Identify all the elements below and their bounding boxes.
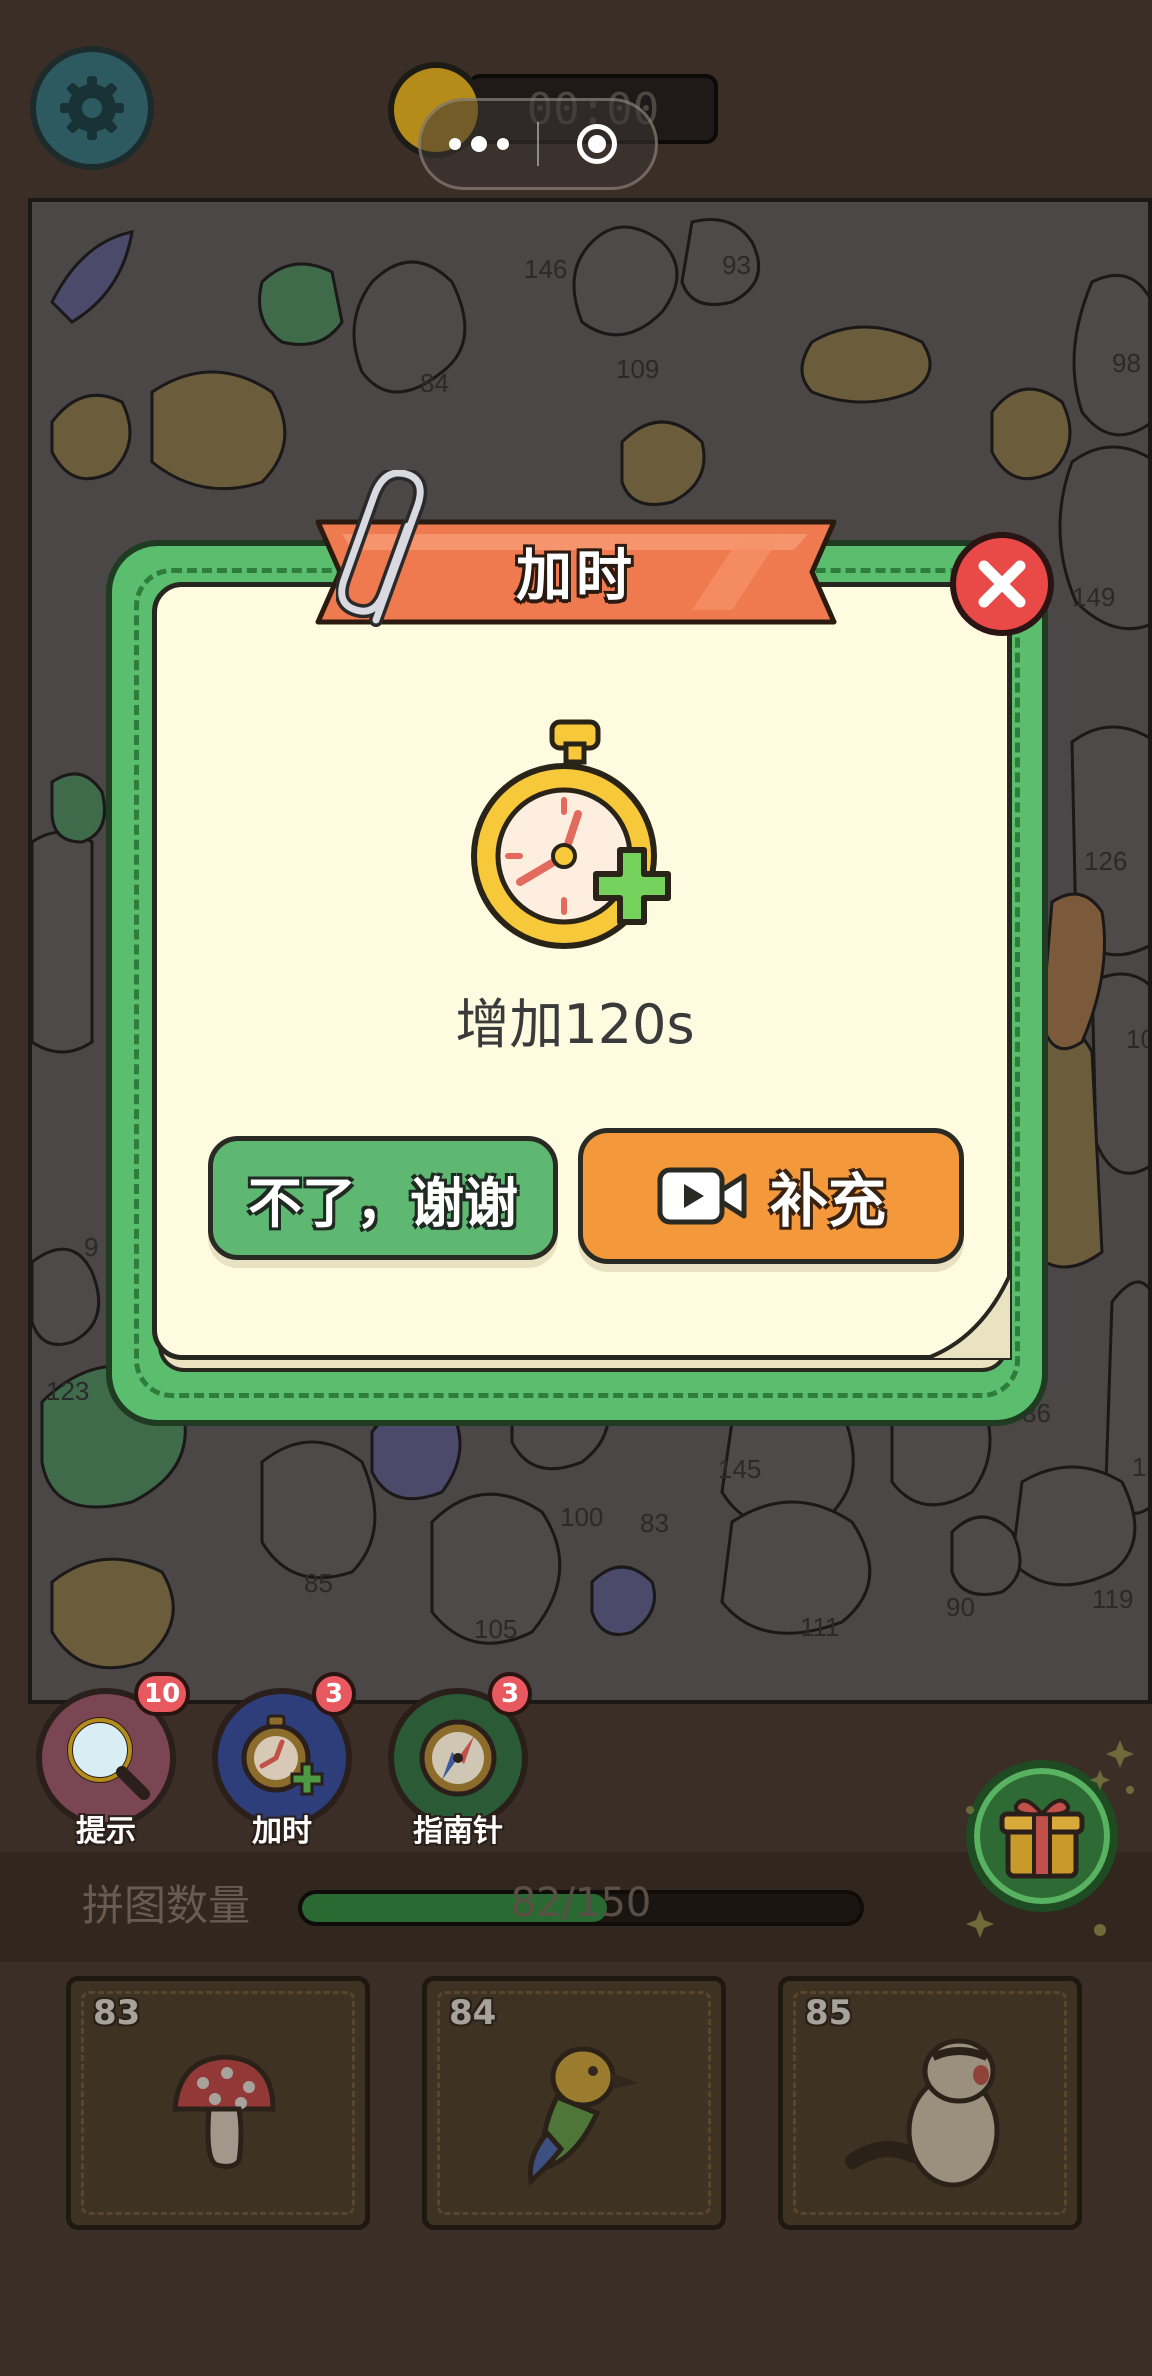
piece-number: 83 xyxy=(93,1993,141,2033)
parrot-icon xyxy=(527,2046,639,2186)
decline-button[interactable]: 不了，谢谢 xyxy=(208,1136,558,1260)
board-number: 10 xyxy=(1126,1024,1148,1054)
puzzle-piece-slot[interactable]: 84 xyxy=(422,1976,726,2230)
piece-number: 85 xyxy=(805,1993,853,2033)
board-number: 84 xyxy=(420,368,449,398)
board-number: 123 xyxy=(46,1376,90,1406)
refill-button[interactable]: 补充 xyxy=(578,1128,964,1264)
record-icon xyxy=(576,124,617,164)
sparkle-decoration xyxy=(966,1740,1134,1938)
board-number: 111 xyxy=(800,1612,840,1642)
board-number: 100 xyxy=(560,1502,604,1532)
board-number: 109 xyxy=(616,354,660,384)
hint-label: 提示 xyxy=(76,1814,136,1849)
board-number: 83 xyxy=(640,1508,669,1538)
mushroom-icon xyxy=(172,2054,276,2169)
board-number: 126 xyxy=(1084,846,1128,876)
dialog-title: 加时 xyxy=(516,543,636,609)
settings-button[interactable] xyxy=(30,46,154,170)
add-time-message: 增加120s xyxy=(455,992,695,1056)
compass-label: 指南针 xyxy=(413,1814,503,1849)
progress-count: 82/150 xyxy=(510,1880,652,1926)
board-number: 149 xyxy=(1072,582,1116,612)
board-number: 105 xyxy=(474,1614,518,1644)
hint-count-badge: 10 xyxy=(134,1672,191,1716)
board-number: 9 xyxy=(84,1232,99,1262)
board-number: 13 xyxy=(1132,1452,1148,1482)
more-dots-icon[interactable] xyxy=(421,136,537,152)
stopwatch-plus-icon xyxy=(471,719,671,949)
board-number: 93 xyxy=(722,250,751,280)
board-number: 90 xyxy=(946,1592,975,1622)
board-number: 119 xyxy=(1092,1584,1134,1614)
record-button[interactable] xyxy=(539,124,655,164)
progress-label: 拼图数量 xyxy=(82,1881,251,1930)
close-button[interactable] xyxy=(950,532,1054,636)
compass-count-badge: 3 xyxy=(488,1672,532,1716)
page-curl xyxy=(922,1270,1012,1360)
gear-icon xyxy=(60,76,124,140)
board-number: 98 xyxy=(1112,348,1141,378)
video-icon xyxy=(657,1167,747,1225)
board-number: 145 xyxy=(718,1454,762,1484)
puzzle-piece-slot[interactable]: 85 xyxy=(778,1976,1082,2230)
close-icon xyxy=(978,560,1026,608)
board-number: 85 xyxy=(304,1568,333,1598)
add-time-count-badge: 3 xyxy=(312,1672,356,1716)
mini-program-capsule xyxy=(418,98,658,190)
board-number: 146 xyxy=(524,254,568,284)
add-time-label: 加时 xyxy=(252,1814,312,1849)
marmot-icon xyxy=(845,2038,1000,2188)
piece-number: 84 xyxy=(449,1993,497,2033)
refill-label: 补充 xyxy=(769,1167,886,1235)
puzzle-piece-slot[interactable]: 83 xyxy=(66,1976,370,2230)
